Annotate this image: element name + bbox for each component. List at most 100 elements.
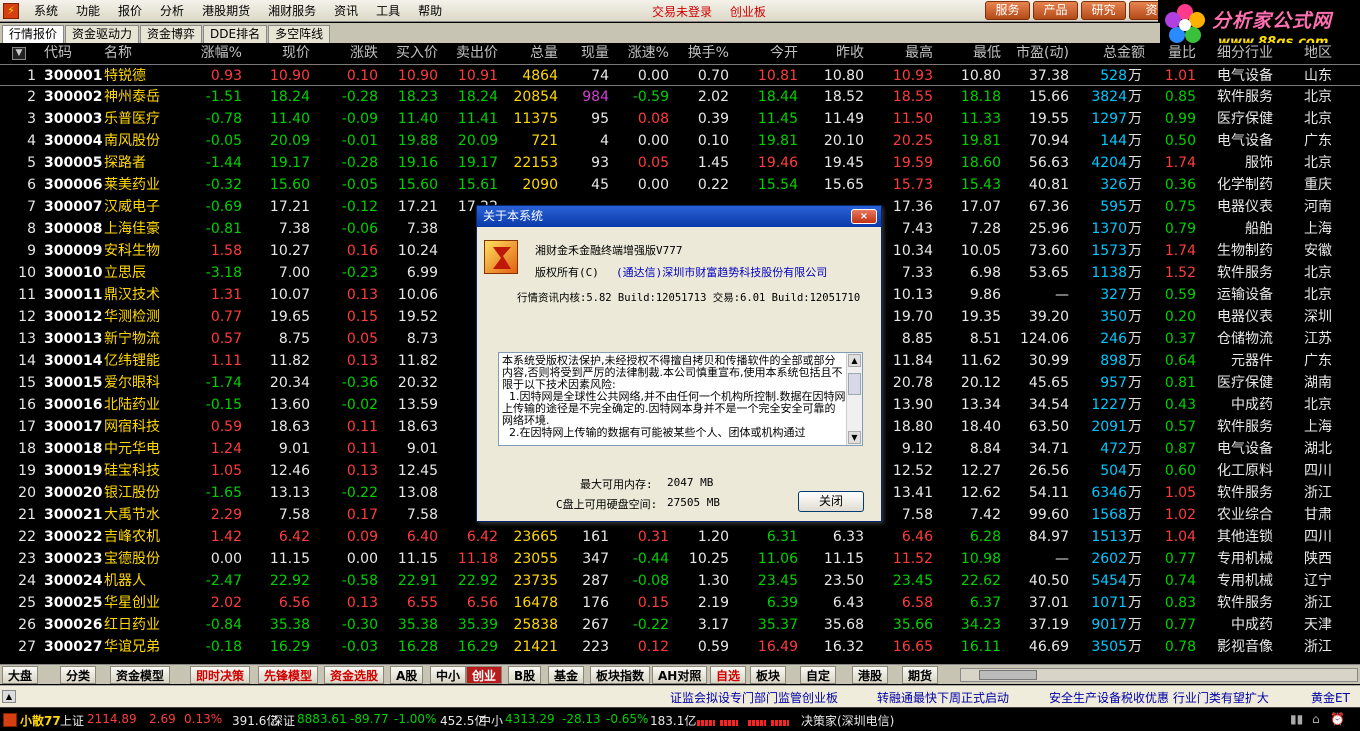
column-header[interactable]: 总金额 xyxy=(1075,43,1145,64)
column-header[interactable]: 最低 xyxy=(938,43,1001,64)
column-header[interactable]: 昨收 xyxy=(802,43,864,64)
license-textbox[interactable]: 本系统受版权法保护,未经授权不得擅自拷贝和传播软件的全部或部分内容,否则将受到严… xyxy=(498,352,863,446)
category-tab[interactable]: 板块指数 xyxy=(590,666,651,684)
table-row[interactable]: 27 300027 华谊兄弟 -0.18 16.29 -0.03 16.28 16.29 214… xyxy=(0,636,1360,658)
column-header[interactable]: 现价 xyxy=(248,43,310,64)
category-tab[interactable]: 中小 xyxy=(430,666,467,684)
table-row[interactable]: 3 300003 乐普医疗 -0.78 11.40 -0.09 11.40 11.41 1137… xyxy=(0,108,1360,130)
scroll-up-icon[interactable]: ▲ xyxy=(848,354,861,367)
news-headline[interactable]: 安全生产设备税收优惠 行业门类有望扩大 xyxy=(1049,689,1269,706)
category-tab[interactable]: 期货 xyxy=(902,666,939,684)
price: 10.98 xyxy=(960,551,1001,567)
dialog-close-button[interactable]: × xyxy=(851,209,877,224)
price: 16.29 xyxy=(269,639,310,655)
category-tab[interactable]: 资金模型 xyxy=(110,666,171,684)
category-tab[interactable]: 板块 xyxy=(750,666,787,684)
table-row[interactable]: 26 300026 红日药业 -0.84 35.38 -0.30 35.38 35.39 258… xyxy=(0,614,1360,636)
dialog-ok-button[interactable]: 关闭 xyxy=(798,491,864,512)
category-tab[interactable]: 即时决策 xyxy=(190,666,251,684)
column-header[interactable]: 涨速% xyxy=(614,43,669,64)
tab-4[interactable]: 多空阵线 xyxy=(268,25,331,43)
table-row[interactable]: 6 300006 莱美药业 -0.32 15.60 -0.05 15.60 15.61 2090… xyxy=(0,174,1360,196)
sort-menu-icon[interactable]: ▼ xyxy=(12,47,26,60)
table-row[interactable]: 24 300024 机器人 -2.47 22.92 -0.58 22.91 22.92 2373… xyxy=(0,570,1360,592)
category-tab[interactable]: 创业 xyxy=(466,666,503,684)
scroll-thumb[interactable] xyxy=(848,373,861,395)
column-header[interactable]: 现量 xyxy=(560,43,609,64)
scroll-down-icon[interactable]: ▼ xyxy=(848,431,861,444)
column-header[interactable]: 涨跌 xyxy=(316,43,378,64)
category-tab[interactable]: 先锋模型 xyxy=(258,666,319,684)
turnover: 2.02 xyxy=(697,89,729,105)
table-row[interactable]: 2 300002 神州泰岳 -1.51 18.24 -0.28 18.23 18.24 2085… xyxy=(0,86,1360,108)
column-header[interactable]: 地区 xyxy=(1280,43,1332,64)
column-header[interactable]: 今开 xyxy=(735,43,798,64)
category-tab[interactable]: 自选 xyxy=(710,666,747,684)
table-row[interactable]: 22 300022 吉峰农机 1.42 6.42 0.09 6.40 6.42 23665 161… xyxy=(0,526,1360,548)
menu-item[interactable]: 系统 xyxy=(25,2,67,19)
prev-close: 23.50 xyxy=(823,573,864,589)
column-header[interactable]: 总量 xyxy=(502,43,558,64)
category-tab[interactable]: 资金选股 xyxy=(324,666,385,684)
category-tab[interactable]: 分类 xyxy=(60,666,97,684)
category-tab[interactable]: 自定 xyxy=(800,666,837,684)
menu-item[interactable]: 湘财服务 xyxy=(259,2,325,19)
column-header[interactable]: 卖出价 xyxy=(444,43,498,64)
menu-item[interactable]: 分析 xyxy=(151,2,193,19)
row-index: 2 xyxy=(27,89,36,105)
column-header[interactable]: 量比 xyxy=(1150,43,1196,64)
region: 重庆 xyxy=(1304,177,1332,193)
menu-item[interactable]: 工具 xyxy=(367,2,409,19)
category-tab[interactable]: 港股 xyxy=(852,666,889,684)
volume-ratio: 0.87 xyxy=(1164,441,1196,457)
license-scrollbar[interactable]: ▲ ▼ xyxy=(846,353,862,445)
table-row[interactable]: 25 300025 华星创业 2.02 6.56 0.13 6.55 6.56 16478 176… xyxy=(0,592,1360,614)
table-row[interactable]: 4 300004 南风股份 -0.05 20.09 -0.01 19.88 20.09 721 4… xyxy=(0,130,1360,152)
copyright-owner-link[interactable]: (通达信)深圳市财富趋势科技股份有限公司 xyxy=(616,264,827,280)
tab-3[interactable]: DDE排名 xyxy=(203,25,268,43)
tab-0[interactable]: 行情报价 xyxy=(2,25,65,43)
category-tab[interactable]: B股 xyxy=(508,666,542,684)
news-headline[interactable]: 转融通最快下周正式启动 xyxy=(877,689,1009,706)
column-header[interactable]: 买入价 xyxy=(384,43,438,64)
change-pct: 0.57 xyxy=(210,331,242,347)
category-tab[interactable]: 基金 xyxy=(548,666,585,684)
column-header[interactable]: 细分行业 xyxy=(1200,43,1273,64)
table-row[interactable]: 1 300001 特锐德 0.93 10.90 0.10 10.90 10.91 4864 74 0… xyxy=(0,64,1360,86)
volume-bars-icon xyxy=(697,720,715,726)
menu-item[interactable]: 资讯 xyxy=(325,2,367,19)
menu-item[interactable]: 报价 xyxy=(109,2,151,19)
stock-name: 吉峰农机 xyxy=(104,529,160,545)
table-row[interactable]: 5 300005 探路者 -1.44 19.17 -0.28 19.16 19.17 22153… xyxy=(0,152,1360,174)
news-headline[interactable]: 黄金ET xyxy=(1311,689,1350,706)
alarm-icon[interactable]: ⏰ xyxy=(1330,712,1345,726)
category-tab[interactable]: 大盘 xyxy=(2,666,39,684)
column-header[interactable]: 代码 xyxy=(44,43,104,64)
broker-server[interactable]: 决策家(深圳电信) xyxy=(801,712,894,729)
disk-value: 27505 MB xyxy=(667,496,720,509)
ticker-toggle-icon[interactable]: ▲ xyxy=(2,690,16,703)
tab-1[interactable]: 资金驱动力 xyxy=(65,25,140,43)
sz-index-name[interactable]: 深证 xyxy=(271,712,295,729)
table-row[interactable]: 23 300023 宝德股份 0.00 11.15 0.00 11.15 11.18 23055… xyxy=(0,548,1360,570)
column-header[interactable]: 市盈(动) xyxy=(1006,43,1069,64)
zx-index-name[interactable]: 中小 xyxy=(479,712,503,729)
top-button[interactable]: 产品 xyxy=(1033,1,1078,20)
column-header[interactable]: 最高 xyxy=(870,43,933,64)
sh-index-name[interactable]: 上证 xyxy=(60,712,84,729)
column-header[interactable]: 名称 xyxy=(104,43,174,64)
column-header[interactable]: 换手% xyxy=(674,43,729,64)
column-header[interactable]: 涨幅% xyxy=(180,43,242,64)
news-headline[interactable]: 证监会拟设专门部门监管创业板 xyxy=(670,689,838,706)
category-tab[interactable]: AH对照 xyxy=(652,666,708,684)
category-tab[interactable]: A股 xyxy=(390,666,424,684)
scroll-thumb[interactable] xyxy=(979,670,1037,680)
tab-2[interactable]: 资金博弈 xyxy=(140,25,203,43)
top-button[interactable]: 服务 xyxy=(985,1,1030,20)
menu-item[interactable]: 港股期货 xyxy=(193,2,259,19)
top-button[interactable]: 研究 xyxy=(1081,1,1126,20)
horizontal-scrollbar[interactable] xyxy=(960,668,1358,682)
menu-item[interactable]: 功能 xyxy=(67,2,109,19)
turnover: 1.30 xyxy=(697,573,729,589)
menu-item[interactable]: 帮助 xyxy=(409,2,451,19)
